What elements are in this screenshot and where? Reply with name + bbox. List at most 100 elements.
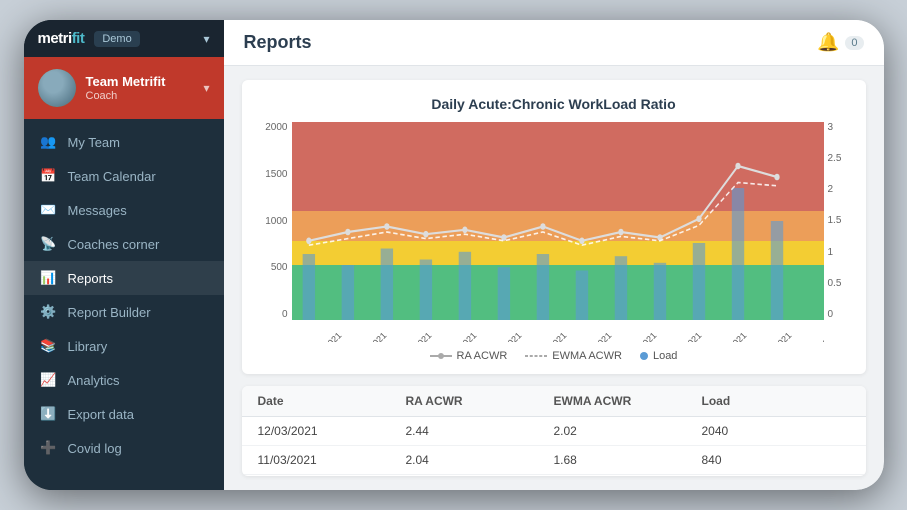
legend-ewma-label: EWMA ACWR [552, 350, 622, 362]
content-area: Daily Acute:Chronic WorkLoad Ratio 2000 … [224, 66, 884, 490]
legend-ra-label: RA ACWR [457, 350, 508, 362]
x-label: 02/02/2021 [530, 331, 568, 342]
y-label: 500 [271, 262, 288, 273]
legend-ewma: EWMA ACWR [525, 350, 622, 362]
logo-text: metrifit [38, 30, 85, 47]
y-right-label: 0 [828, 309, 834, 320]
library-icon: 📚 [40, 338, 58, 354]
x-label: 04/03/2021 [800, 331, 823, 342]
cell-date: 11/03/2021 [258, 453, 406, 467]
notification-badge: 0 [845, 36, 863, 50]
x-label: 07/02/2021 [575, 331, 613, 342]
x-label: 28/01/2021 [485, 331, 523, 342]
sidebar-item-label: Covid log [68, 441, 122, 456]
sidebar-item-reports[interactable]: 📊 Reports [24, 261, 224, 295]
y-right-label: 0.5 [828, 278, 842, 289]
y-right-label: 1.5 [828, 215, 842, 226]
cell-load: 840 [702, 453, 850, 467]
tablet-frame: metrifit Demo ▾ Team Metrifit Coach ▾ 👥 … [24, 20, 884, 490]
x-label: 18/01/2021 [395, 331, 433, 342]
x-label: 23/01/2021 [440, 331, 478, 342]
sidebar-item-messages[interactable]: ✉️ Messages [24, 193, 224, 227]
col-ewma-acwr: EWMA ACWR [554, 394, 702, 408]
legend-load-label: Load [653, 350, 677, 362]
chart-title: Daily Acute:Chronic WorkLoad Ratio [256, 96, 852, 112]
sidebar-item-team-calendar[interactable]: 📅 Team Calendar [24, 159, 224, 193]
x-label: 22/02/2021 [710, 331, 748, 342]
sidebar-item-coaches-corner[interactable]: 📡 Coaches corner [24, 227, 224, 261]
demo-badge: Demo [94, 31, 139, 47]
user-role: Coach [86, 90, 194, 102]
legend-ra: RA ACWR [430, 350, 508, 362]
reports-icon: 📊 [40, 270, 58, 286]
y-right-label: 1 [828, 247, 834, 258]
y-label: 1000 [265, 216, 287, 227]
y-axis-right: 3 2.5 2 1.5 1 0.5 0 [824, 122, 852, 342]
page-title: Reports [244, 32, 312, 53]
sidebar-item-library[interactable]: 📚 Library [24, 329, 224, 363]
messages-icon: ✉️ [40, 202, 58, 218]
sidebar-item-my-team[interactable]: 👥 My Team [24, 125, 224, 159]
x-label: 12/02/2021 [620, 331, 658, 342]
sidebar-item-label: Export data [68, 407, 135, 422]
ewma-line-icon [525, 355, 547, 357]
sidebar-item-label: Coaches corner [68, 237, 160, 252]
sidebar-item-report-builder[interactable]: ⚙️ Report Builder [24, 295, 224, 329]
sidebar-header: metrifit Demo ▾ [24, 20, 224, 57]
sidebar-item-covid-log[interactable]: ➕ Covid log [24, 431, 224, 465]
chart-svg [292, 122, 824, 320]
calendar-icon: 📅 [40, 168, 58, 184]
ra-line-icon [430, 355, 452, 357]
report-builder-icon: ⚙️ [40, 304, 58, 320]
top-bar: Reports 🔔 0 [224, 20, 884, 66]
export-icon: ⬇️ [40, 406, 58, 422]
x-label: 27/02/2021 [755, 331, 793, 342]
sidebar: metrifit Demo ▾ Team Metrifit Coach ▾ 👥 … [24, 20, 224, 490]
y-right-label: 3 [828, 122, 834, 133]
analytics-icon: 📈 [40, 372, 58, 388]
bell-icon[interactable]: 🔔 [817, 32, 839, 53]
profile-chevron-icon: ▾ [203, 81, 209, 95]
x-axis: 08/01/2021 13/01/2021 18/01/2021 23/01/2… [292, 320, 824, 342]
sidebar-item-label: Analytics [68, 373, 120, 388]
chevron-down-icon: ▾ [203, 32, 209, 46]
covid-icon: ➕ [40, 440, 58, 456]
coaches-icon: 📡 [40, 236, 58, 252]
sidebar-item-analytics[interactable]: 📈 Analytics [24, 363, 224, 397]
sidebar-item-label: Messages [68, 203, 127, 218]
avatar [38, 69, 76, 107]
table-row: 11/03/2021 2.04 1.68 840 [242, 446, 866, 475]
nav-items: 👥 My Team 📅 Team Calendar ✉️ Messages 📡 … [24, 119, 224, 490]
chart-legend: RA ACWR EWMA ACWR Load [256, 350, 852, 362]
chart-area: 08/01/2021 13/01/2021 18/01/2021 23/01/2… [292, 122, 824, 342]
chart-wrapper: 2000 1500 1000 500 0 [256, 122, 852, 342]
x-label: 08/01/2021 [305, 331, 343, 342]
y-right-label: 2.5 [828, 153, 842, 164]
y-label: 0 [282, 309, 288, 320]
user-info: Team Metrifit Coach [86, 74, 194, 102]
chart-card: Daily Acute:Chronic WorkLoad Ratio 2000 … [242, 80, 866, 374]
sidebar-item-export-data[interactable]: ⬇️ Export data [24, 397, 224, 431]
y-label: 2000 [265, 122, 287, 133]
sidebar-item-label: My Team [68, 135, 121, 150]
y-label: 1500 [265, 169, 287, 180]
notification-area: 🔔 0 [817, 32, 864, 53]
cell-ewma: 2.02 [554, 424, 702, 438]
cell-ewma: 1.68 [554, 453, 702, 467]
col-date: Date [258, 394, 406, 408]
sidebar-item-label: Library [68, 339, 108, 354]
main-content: Reports 🔔 0 Daily Acute:Chronic WorkLoad… [224, 20, 884, 490]
col-ra-acwr: RA ACWR [406, 394, 554, 408]
logo: metrifit Demo [38, 30, 140, 47]
my-team-icon: 👥 [40, 134, 58, 150]
sidebar-item-label: Report Builder [68, 305, 151, 320]
y-right-label: 2 [828, 184, 834, 195]
table-header: Date RA ACWR EWMA ACWR Load [242, 386, 866, 417]
table-row: 12/03/2021 2.44 2.02 2040 [242, 417, 866, 446]
table-row: 10/03/2021 1.68 1.62 510 [242, 475, 866, 476]
user-profile[interactable]: Team Metrifit Coach ▾ [24, 57, 224, 119]
sidebar-item-label: Team Calendar [68, 169, 156, 184]
cell-load: 2040 [702, 424, 850, 438]
data-table: Date RA ACWR EWMA ACWR Load 12/03/2021 2… [242, 386, 866, 476]
legend-load: Load [640, 350, 677, 362]
